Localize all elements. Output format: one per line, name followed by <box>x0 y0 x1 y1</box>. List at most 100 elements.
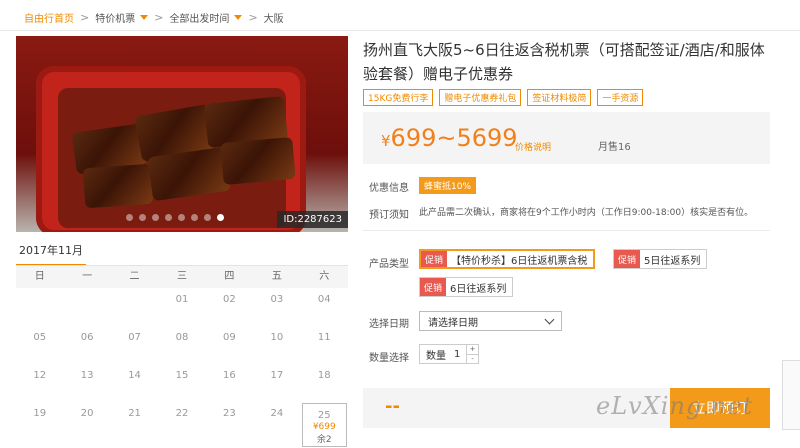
product-option-6day[interactable]: 促销 6日往返系列 <box>419 277 514 297</box>
price-explanation-link[interactable]: 价格说明 <box>515 140 551 153</box>
quantity-decrease-button[interactable]: - <box>467 355 478 364</box>
calendar-day[interactable]: 11 <box>301 326 348 364</box>
side-float-tab[interactable] <box>782 360 800 430</box>
promo-tag: 促销 <box>421 251 448 267</box>
chevron-down-icon <box>140 14 149 20</box>
calendar-day-number: 13 <box>80 370 94 381</box>
price-box: ¥699~5699 价格说明 月售16 <box>363 112 770 164</box>
calendar-day[interactable]: 21 <box>111 402 158 440</box>
calendar-day-number: 18 <box>317 370 331 381</box>
quantity-increase-button[interactable]: + <box>467 345 478 355</box>
calendar-day[interactable]: 01 <box>158 288 205 326</box>
calendar-day-number: 03 <box>270 294 284 305</box>
calendar-day[interactable]: 22 <box>158 402 205 440</box>
calendar-day[interactable]: 08 <box>158 326 205 364</box>
breadcrumb-separator: > <box>80 10 90 24</box>
notice-label: 预订须知 <box>369 210 409 221</box>
calendar-day-number: 11 <box>317 332 331 343</box>
product-title: 扬州直飞大阪5~6日往返含税机票（可搭配签证/酒店/和服体验套餐）赠电子优惠券 <box>363 41 765 83</box>
calendar-day[interactable]: 24 <box>253 402 300 440</box>
breadcrumb: 自由行首页 > 特价机票 > 全部出发时间 > 大阪 <box>24 10 284 25</box>
quantity-step-buttons: + - <box>466 345 478 363</box>
price-display: ¥699~5699 <box>381 124 518 152</box>
calendar-day[interactable]: 10 <box>253 326 300 364</box>
breadcrumb-item-departure-time[interactable]: 全部出发时间 <box>169 10 243 25</box>
calendar-day[interactable]: 17 <box>253 364 300 402</box>
divider <box>0 30 800 31</box>
calendar-day-number: 20 <box>80 408 94 419</box>
breadcrumb-item-flights[interactable]: 特价机票 <box>95 10 149 25</box>
divider <box>363 230 770 231</box>
carousel-dot[interactable] <box>204 214 211 221</box>
calendar-day-number: 23 <box>223 408 236 419</box>
calendar-day-number: 25 <box>317 410 331 421</box>
carousel-dot[interactable] <box>139 214 146 221</box>
quantity-value[interactable]: 1 <box>454 349 460 360</box>
photo-eel-piece <box>82 163 154 209</box>
calendar-day-number: 04 <box>317 294 331 305</box>
chevron-down-icon <box>544 314 555 325</box>
calendar-day[interactable]: 14 <box>111 364 158 402</box>
calendar-day[interactable]: 04 <box>301 288 348 326</box>
calendar-day[interactable]: 06 <box>63 326 110 364</box>
calendar-day-number: 22 <box>175 408 189 419</box>
promo-badge: 蜂蜜抵10% <box>419 177 477 194</box>
product-option-5day[interactable]: 促销 5日往返系列 <box>613 249 708 269</box>
calendar-day-remaining: 余2 <box>316 435 332 445</box>
calendar-day[interactable]: 07 <box>111 326 158 364</box>
calendar-day-number: 01 <box>175 294 189 305</box>
breadcrumb-current: 大阪 <box>263 13 284 25</box>
date-label: 选择日期 <box>369 319 409 330</box>
breadcrumb-separator: > <box>154 10 164 24</box>
product-type-label: 产品类型 <box>369 259 409 270</box>
calendar-day[interactable]: 03 <box>253 288 300 326</box>
quantity-stepper[interactable]: 数量 1 + - <box>419 344 479 364</box>
calendar-day[interactable]: 16 <box>206 364 253 402</box>
calendar-day-number: 12 <box>33 370 47 381</box>
carousel-dot[interactable] <box>217 214 224 221</box>
calendar-day-number: 02 <box>223 294 236 305</box>
product-tag: 一手资源 <box>597 89 644 106</box>
carousel-dot[interactable] <box>165 214 172 221</box>
calendar-day-number: 15 <box>175 370 189 381</box>
calendar-day-number: 16 <box>223 370 236 381</box>
weekday-label: 五 <box>271 271 282 282</box>
calendar-day[interactable]: 15 <box>158 364 205 402</box>
carousel-dot[interactable] <box>191 214 198 221</box>
calendar-day[interactable]: 02 <box>206 288 253 326</box>
calendar-day-number: 08 <box>175 332 189 343</box>
weekday-label: 一 <box>82 271 93 282</box>
calendar-day[interactable]: 25 ¥699 余2 <box>301 403 347 447</box>
product-tags: 15KG免费行李 赠电子优惠券礼包 签证材料极简 一手资源 <box>363 89 644 106</box>
breadcrumb-home-link[interactable]: 自由行首页 <box>24 10 74 25</box>
calendar-day[interactable]: 12 <box>16 364 63 402</box>
calendar-day[interactable]: 19 <box>16 402 63 440</box>
currency-symbol: ¥ <box>381 132 391 150</box>
product-photo-carousel[interactable]: ID:2287623 <box>16 36 348 232</box>
calendar-day-price: ¥699 <box>312 422 336 432</box>
calendar-day-number: 05 <box>33 332 47 343</box>
calendar-day[interactable]: 09 <box>206 326 253 364</box>
carousel-dot[interactable] <box>152 214 159 221</box>
date-select[interactable]: 请选择日期 <box>419 311 562 331</box>
calendar-month-tab[interactable]: 2017年11月 <box>16 242 86 266</box>
booking-notice: 此产品需二次确认，商家将在9个工作小时内（工作日9:00-18:00）核实是否有… <box>419 208 754 218</box>
calendar-day[interactable]: 18 <box>301 364 348 402</box>
calendar-day[interactable]: 23 <box>206 402 253 440</box>
calendar-empty-cell <box>16 288 63 326</box>
calendar-day-number: 06 <box>80 332 94 343</box>
carousel-dot[interactable] <box>178 214 185 221</box>
calendar-day-number: 24 <box>270 408 284 419</box>
breadcrumb-separator: > <box>248 10 258 24</box>
carousel-dot[interactable] <box>126 214 133 221</box>
option-label: 5日往返系列 <box>644 255 701 267</box>
photo-eel-piece <box>220 136 296 186</box>
calendar-day[interactable]: 20 <box>63 402 110 440</box>
calendar-day[interactable]: 13 <box>63 364 110 402</box>
product-tag: 15KG免费行李 <box>363 89 434 106</box>
calendar-weekday-header: 日 一 二 三 四 五 六 <box>16 266 348 288</box>
calendar-day[interactable]: 05 <box>16 326 63 364</box>
calendar-day-number: 09 <box>223 332 236 343</box>
breadcrumb-item-label: 全部出发时间 <box>169 13 230 25</box>
product-option-flash-sale[interactable]: 促销 【特价秒杀】6日往返机票含税 <box>419 249 596 269</box>
